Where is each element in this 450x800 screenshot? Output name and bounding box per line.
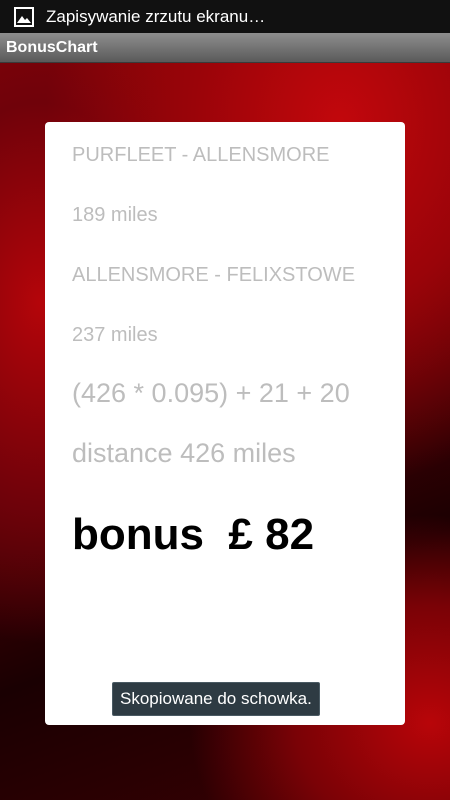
app-title-bar: BonusChart — [0, 33, 450, 63]
route-1-label: PURFLEET - ALLENSMORE — [72, 144, 330, 166]
route-2-label: ALLENSMORE - FELIXSTOWE — [72, 264, 356, 286]
bonus-formula: (426 * 0.095) + 21 + 20 — [72, 378, 350, 408]
status-bar: Zapisywanie zrzutu ekranu… — [0, 0, 450, 33]
total-distance: distance 426 miles — [72, 438, 296, 468]
notification-text: Zapisywanie zrzutu ekranu… — [46, 6, 266, 26]
bonus-amount: bonus £ 82 — [72, 510, 315, 559]
route-2-distance: 237 miles — [72, 324, 158, 346]
route-1-distance: 189 miles — [72, 204, 158, 226]
app-title: BonusChart — [6, 38, 98, 56]
copied-toast: Skopiowane do schowka. — [112, 682, 320, 716]
image-icon — [12, 5, 36, 29]
bonus-card: PURFLEET - ALLENSMORE 189 miles ALLENSMO… — [45, 122, 405, 725]
